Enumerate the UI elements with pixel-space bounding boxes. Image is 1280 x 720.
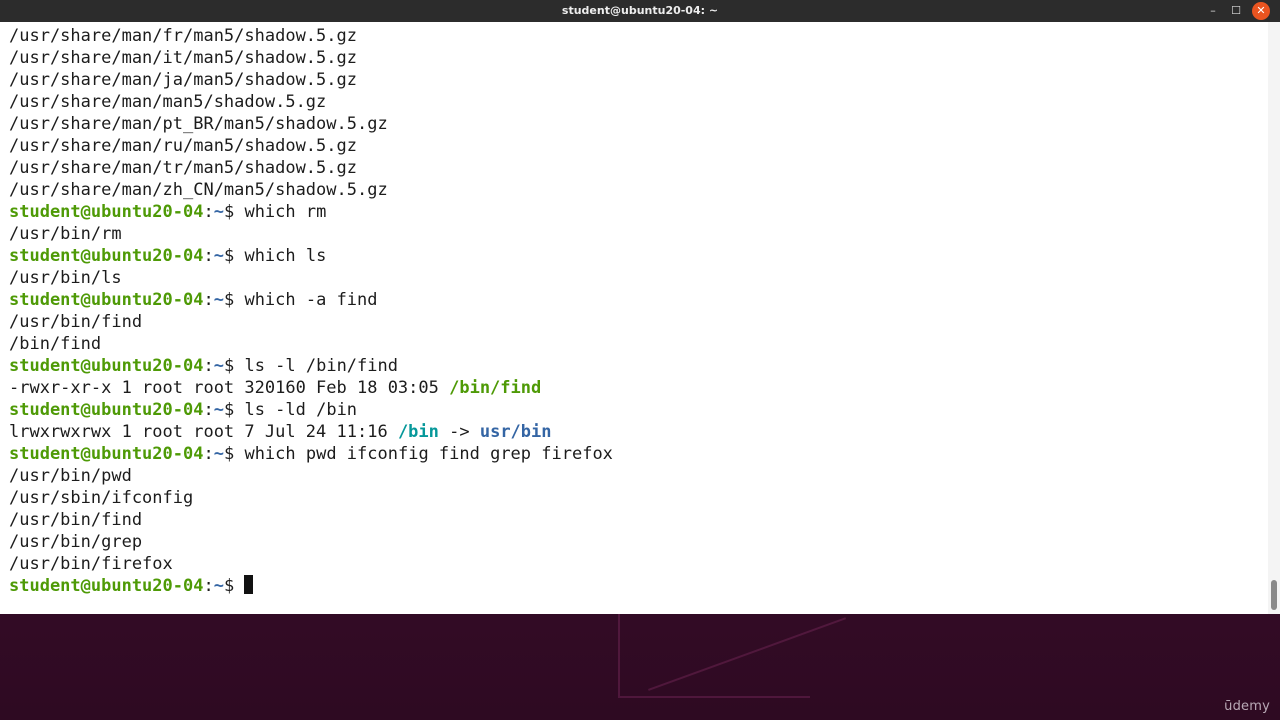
output-line: /usr/share/man/pt_BR/man5/shadow.5.gz <box>9 113 613 135</box>
output-text: /usr/share/man/pt_BR/man5/shadow.5.gz <box>9 114 388 134</box>
prompt-user-host: student@ubuntu20-04 <box>9 576 204 596</box>
output-text: /usr/share/man/zh_CN/man5/shadow.5.gz <box>9 180 388 200</box>
output-text: /usr/bin/firefox <box>9 554 173 574</box>
command-line: student@ubuntu20-04:~$ which pwd ifconfi… <box>9 443 613 465</box>
output-line: /usr/bin/grep <box>9 531 613 553</box>
command-line: student@ubuntu20-04:~$ which -a find <box>9 289 613 311</box>
command-text: which -a find <box>244 290 378 310</box>
scrollbar[interactable] <box>1268 22 1280 614</box>
prompt-symbol: $ <box>223 356 245 376</box>
command-line: student@ubuntu20-04:~$ ls -l /bin/find <box>9 355 613 377</box>
prompt-path: ~ <box>213 444 224 464</box>
prompt-symbol: $ <box>223 400 245 420</box>
output-line: /usr/share/man/tr/man5/shadow.5.gz <box>9 157 613 179</box>
command-text: which pwd ifconfig find grep firefox <box>244 444 613 464</box>
executable-file-name: /bin/find <box>449 378 542 398</box>
prompt-user-host: student@ubuntu20-04 <box>9 356 204 376</box>
prompt-symbol: $ <box>223 202 245 222</box>
prompt-symbol: $ <box>223 576 245 596</box>
output-line: /usr/bin/rm <box>9 223 613 245</box>
prompt-path: ~ <box>213 400 224 420</box>
output-line: /usr/bin/firefox <box>9 553 613 575</box>
output-text: /usr/share/man/fr/man5/shadow.5.gz <box>9 26 357 46</box>
output-text: /usr/share/man/ru/man5/shadow.5.gz <box>9 136 357 156</box>
output-text: /bin/find <box>9 334 102 354</box>
output-line: /usr/share/man/ru/man5/shadow.5.gz <box>9 135 613 157</box>
ls-attributes: lrwxrwxrwx 1 root root 7 Jul 24 11:16 <box>9 422 398 442</box>
close-button[interactable]: ✕ <box>1252 2 1270 20</box>
ls-output-line: lrwxrwxrwx 1 root root 7 Jul 24 11:16 /b… <box>9 421 613 443</box>
ls-attributes: -rwxr-xr-x 1 root root 320160 Feb 18 03:… <box>9 378 450 398</box>
prompt-path: ~ <box>213 290 224 310</box>
prompt-user-host: student@ubuntu20-04 <box>9 202 204 222</box>
terminal-window[interactable]: student@ubuntu20-04: ~ – ☐ ✕ /usr/share/… <box>0 0 1280 614</box>
prompt-separator: : <box>203 400 214 420</box>
prompt-separator: : <box>203 444 214 464</box>
output-line: /usr/share/man/man5/shadow.5.gz <box>9 91 613 113</box>
output-text: /usr/share/man/it/man5/shadow.5.gz <box>9 48 357 68</box>
prompt-separator: : <box>203 576 214 596</box>
ls-output-line: -rwxr-xr-x 1 root root 320160 Feb 18 03:… <box>9 377 613 399</box>
output-line: /usr/share/man/ja/man5/shadow.5.gz <box>9 69 613 91</box>
terminal-output-area[interactable]: /usr/share/man/fr/man5/shadow.5.gz/usr/s… <box>0 22 1268 614</box>
output-line: /usr/share/man/fr/man5/shadow.5.gz <box>9 25 613 47</box>
output-line: /usr/bin/find <box>9 311 613 333</box>
symlink-name: /bin <box>397 422 439 442</box>
prompt-separator: : <box>203 356 214 376</box>
output-text: /usr/share/man/man5/shadow.5.gz <box>9 92 327 112</box>
command-text: ls -ld /bin <box>244 400 358 420</box>
prompt-separator: : <box>203 290 214 310</box>
command-line: student@ubuntu20-04:~$ which rm <box>9 201 613 223</box>
prompt-user-host: student@ubuntu20-04 <box>9 400 204 420</box>
prompt-symbol: $ <box>223 290 245 310</box>
command-text: which rm <box>244 202 327 222</box>
wallpaper-shape <box>618 612 810 698</box>
output-line: /usr/bin/pwd <box>9 465 613 487</box>
output-line: /bin/find <box>9 333 613 355</box>
active-prompt-line: student@ubuntu20-04:~$ <box>9 575 613 597</box>
prompt-user-host: student@ubuntu20-04 <box>9 444 204 464</box>
udemy-watermark: ūdemy <box>1224 699 1270 714</box>
scrollbar-thumb[interactable] <box>1271 580 1277 610</box>
prompt-path: ~ <box>213 576 224 596</box>
output-text: /usr/share/man/ja/man5/shadow.5.gz <box>9 70 357 90</box>
prompt-symbol: $ <box>223 246 245 266</box>
symlink-arrow: -> <box>438 422 480 442</box>
prompt-user-host: student@ubuntu20-04 <box>9 246 204 266</box>
maximize-button[interactable]: ☐ <box>1227 2 1245 20</box>
output-text: /usr/bin/pwd <box>9 466 132 486</box>
output-line: /usr/share/man/it/man5/shadow.5.gz <box>9 47 613 69</box>
symlink-target: usr/bin <box>479 422 552 442</box>
output-text: /usr/bin/find <box>9 510 143 530</box>
title-bar[interactable]: student@ubuntu20-04: ~ – ☐ ✕ <box>0 0 1280 22</box>
prompt-user-host: student@ubuntu20-04 <box>9 290 204 310</box>
output-text: /usr/share/man/tr/man5/shadow.5.gz <box>9 158 357 178</box>
prompt-path: ~ <box>213 356 224 376</box>
window-title: student@ubuntu20-04: ~ <box>561 4 719 17</box>
command-text: which ls <box>244 246 327 266</box>
minimize-button[interactable]: – <box>1204 2 1222 20</box>
prompt-separator: : <box>203 246 214 266</box>
output-text: /usr/bin/grep <box>9 532 143 552</box>
command-line: student@ubuntu20-04:~$ which ls <box>9 245 613 267</box>
output-line: /usr/bin/find <box>9 509 613 531</box>
terminal-cursor <box>244 575 254 594</box>
prompt-separator: : <box>203 202 214 222</box>
output-line: /usr/share/man/zh_CN/man5/shadow.5.gz <box>9 179 613 201</box>
prompt-path: ~ <box>213 202 224 222</box>
command-line: student@ubuntu20-04:~$ ls -ld /bin <box>9 399 613 421</box>
prompt-path: ~ <box>213 246 224 266</box>
output-line: /usr/sbin/ifconfig <box>9 487 613 509</box>
command-text: ls -l /bin/find <box>244 356 398 376</box>
output-text: /usr/bin/rm <box>9 224 122 244</box>
output-text: /usr/sbin/ifconfig <box>9 488 194 508</box>
output-line: /usr/bin/ls <box>9 267 613 289</box>
terminal-lines: /usr/share/man/fr/man5/shadow.5.gz/usr/s… <box>9 25 613 597</box>
output-text: /usr/bin/ls <box>9 268 122 288</box>
output-text: /usr/bin/find <box>9 312 143 332</box>
prompt-symbol: $ <box>223 444 245 464</box>
